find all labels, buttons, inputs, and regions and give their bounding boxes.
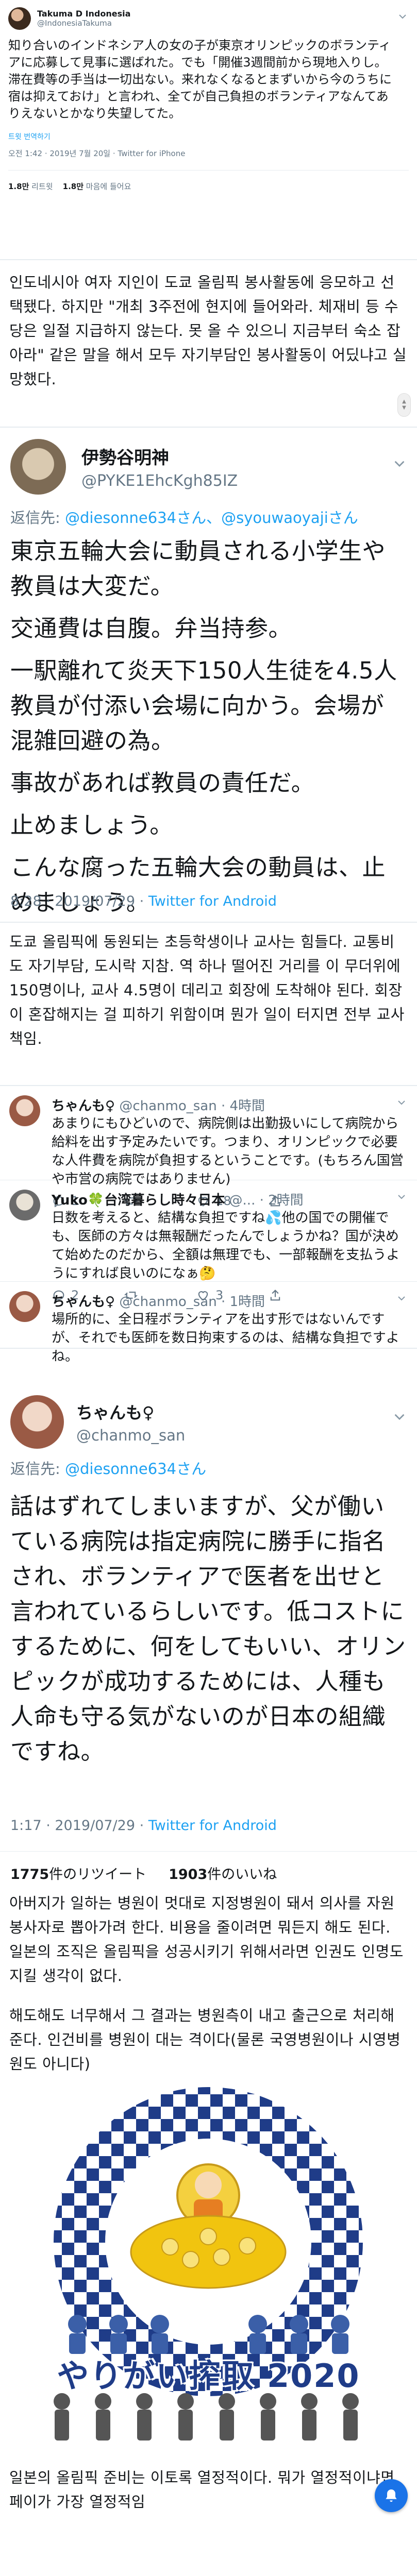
reply-meta: @chanmo_san · 1時間 xyxy=(119,1294,265,1310)
reply-context: 返信先: @diesonne634さん、@syouwaoyajiさん xyxy=(10,506,407,528)
engagement-stats: 1775件のリツイート 1903件のいいね xyxy=(10,1863,277,1883)
likes-label[interactable]: 마음에 들어요 xyxy=(86,182,131,191)
chevron-down-icon[interactable] xyxy=(392,456,407,471)
tweet-body: 東京五輪大会に動員される小学生や教員は大変だ。 交通費は自腹。弁当持参。 一駅離… xyxy=(10,534,407,920)
poster-image: やりがい搾取 2020 xyxy=(0,2082,417,2450)
reply-thread: ちゃんも♀ @chanmo_san · 4時間 あまりにもひどいので、病院側は出… xyxy=(0,1085,417,1364)
reply-item[interactable]: Yuko🍀台湾暮らし時々日本 @... · 2時間 日数を考えると、結構な負担で… xyxy=(0,1180,417,1302)
scrollbar[interactable]: ▲ ▼ xyxy=(397,393,411,417)
display-name[interactable]: Takuma D Indonesia xyxy=(37,9,130,19)
display-name[interactable]: ちゃんも♀ xyxy=(76,1400,185,1423)
reply-meta: @... · 2時間 xyxy=(229,1193,304,1208)
timestamp[interactable]: 오전 1:42 · 2019년 7월 20일 · Twitter for iPh… xyxy=(8,148,409,159)
reply-meta: @chanmo_san · 4時間 xyxy=(119,1098,265,1114)
tweet-paragraph: 一駅離れて炎天下150人生徒を4.5人教員が付添い会場に向かう。会場が混雑回避の… xyxy=(10,657,397,754)
poster-title: やりがい搾取 2020 xyxy=(57,2357,360,2395)
korean-translation-3: 아버지가 일하는 병원이 멋대로 지정병원이 돼서 의사를 자원봉사자로 뽑아가… xyxy=(0,1881,417,2082)
chevron-down-icon[interactable] xyxy=(396,1192,407,1202)
bell-icon xyxy=(386,2489,397,2502)
avatar[interactable] xyxy=(9,1095,40,1126)
likes-count: 1903 xyxy=(169,1867,208,1883)
tweet-paragraph: 事故があれば教員の責任だ。 xyxy=(10,769,315,796)
reply-author[interactable]: Yuko🍀台湾暮らし時々日本 xyxy=(52,1193,225,1208)
likes-count: 1.8만 xyxy=(62,182,84,191)
reply-item[interactable]: ちゃんも♀ @chanmo_san · 4時間 あまりにもひどいので、病院側は出… xyxy=(0,1086,417,1208)
tweet-iseya: 伊勢谷明神 @PYKE1EhcKgh85IZ 返信先: @diesonne634… xyxy=(0,427,417,923)
tweet-text: 話はずれてしまいますが、父が働いている病院は指定病院に勝手に指名され、ボランティ… xyxy=(10,1493,406,1765)
avatar[interactable] xyxy=(10,439,66,495)
avatar[interactable] xyxy=(9,1291,40,1322)
chevron-down-icon[interactable] xyxy=(396,1293,407,1303)
engagement-stats: 1.8만 리트윗 1.8만 마음에 들어요 xyxy=(8,171,409,192)
translate-link[interactable]: 트윗 번역하기 xyxy=(8,131,409,142)
translation-text: 일본의 올림픽 준비는 이토록 열정적이다. 뭐가 열정적이냐면 페이가 가장 … xyxy=(9,2469,395,2511)
tweet-meta: 1:17 · 2019/07/29 · Twitter for Android xyxy=(10,1818,277,1834)
via-link[interactable]: Twitter for Android xyxy=(148,1818,277,1834)
reply-prefix: 返信先: xyxy=(10,1460,65,1478)
reply-author[interactable]: ちゃんも♀ xyxy=(52,1098,115,1114)
tweet-paragraph: 交通費は自腹。弁当持参。 xyxy=(10,615,292,642)
handle[interactable]: @chanmo_san xyxy=(76,1427,185,1444)
tweet-paragraph: 止めましょう。 xyxy=(10,811,173,839)
reply-text: あまりにもひどいので、病院側は出勤扱いにして病院から給料を出す予定みたいです。つ… xyxy=(52,1116,404,1187)
tweet-meta: 8:28 · 2019/07/29 · Twitter for Android xyxy=(10,893,277,909)
reply-item[interactable]: ちゃんも♀ @chanmo_san · 1時間 場所的に、全日程ボランティアを出… xyxy=(0,1282,417,1364)
translation-text: 해도해도 너무해서 그 결과는 병원측이 내고 출근으로 처리해준다. 인건비를… xyxy=(9,2007,401,2073)
timestamp[interactable]: 1:17 · 2019/07/29 · xyxy=(10,1818,148,1834)
korean-translation-2: 도쿄 올림픽에 동원되는 초등학생이나 교사는 힘들다. 교통비도 자기부담, … xyxy=(0,923,417,1085)
reply-to-link[interactable]: @diesonne634さん、@syouwaoyajiさん xyxy=(65,509,358,527)
reply-context: 返信先: @diesonne634さん xyxy=(10,1457,407,1479)
avatar[interactable] xyxy=(10,1395,64,1449)
handle[interactable]: @PYKE1EhcKgh85IZ xyxy=(81,472,238,490)
chevron-down-icon[interactable] xyxy=(396,1097,407,1108)
tweet-paragraph: こんな腐った五輪大会の動員は、止めましょう。 xyxy=(10,854,386,916)
korean-translation-1: 인도네시아 여자 지인이 도쿄 올림픽 봉사활동에 응모하고 선택됐다. 하지만… xyxy=(0,260,417,427)
translation-text: 도쿄 올림픽에 동원되는 초등학생이나 교사는 힘들다. 교통비도 자기부담, … xyxy=(9,933,405,1047)
translation-text: 아버지가 일하는 병원이 멋대로 지정병원이 돼서 의사를 자원봉사자로 뽑아가… xyxy=(9,1894,404,1985)
retweets-label[interactable]: 件のリツイート xyxy=(49,1867,146,1883)
chevron-down-icon[interactable] xyxy=(392,1410,407,1424)
korean-translation-5: 일본의 올림픽 준비는 이토록 열정적이다. 뭐가 열정적이냐면 페이가 가장 … xyxy=(0,2450,417,2528)
retweets-label[interactable]: 리트윗 xyxy=(31,182,53,191)
tweet-chanmo: ちゃんも♀ @chanmo_san 返信先: @diesonne634さん 話は… xyxy=(0,1348,417,1883)
reply-text: 日数を考えると、結構な負担ですね💦他の国での開催でも、医師の方々は無報酬だったん… xyxy=(52,1210,400,1281)
tweet-text: 知り合いのインドネシア人の女の子が東京オリンピックのボランティアに応募して見事に… xyxy=(8,38,392,121)
notification-fab-button[interactable] xyxy=(375,2479,408,2512)
reply-author[interactable]: ちゃんも♀ xyxy=(52,1294,115,1310)
tweet-paragraph: 東京五輪大会に動員される小学生や教員は大変だ。 xyxy=(10,537,386,600)
retweets-count: 1775 xyxy=(10,1867,49,1883)
translation-text: 인도네시아 여자 지인이 도쿄 올림픽 봉사활동에 응모하고 선택됐다. 하지만… xyxy=(9,274,407,388)
reply-prefix: 返信先: xyxy=(10,509,65,527)
retweets-count: 1.8만 xyxy=(8,182,29,191)
reply-to-link[interactable]: @diesonne634さん xyxy=(65,1460,206,1478)
likes-label[interactable]: 件のいいね xyxy=(207,1867,277,1883)
chevron-down-icon[interactable] xyxy=(397,11,408,22)
display-name[interactable]: 伊勢谷明神 xyxy=(81,444,238,469)
avatar[interactable] xyxy=(9,1190,40,1221)
via-link[interactable]: Twitter for Android xyxy=(148,893,277,909)
avatar[interactable] xyxy=(8,7,31,30)
handle[interactable]: @IndonesiaTakuma xyxy=(37,19,130,28)
tweet-takuma: Takuma D Indonesia @IndonesiaTakuma 知り合い… xyxy=(0,0,417,260)
timestamp[interactable]: 8:28 · 2019/07/29 · xyxy=(10,893,148,909)
